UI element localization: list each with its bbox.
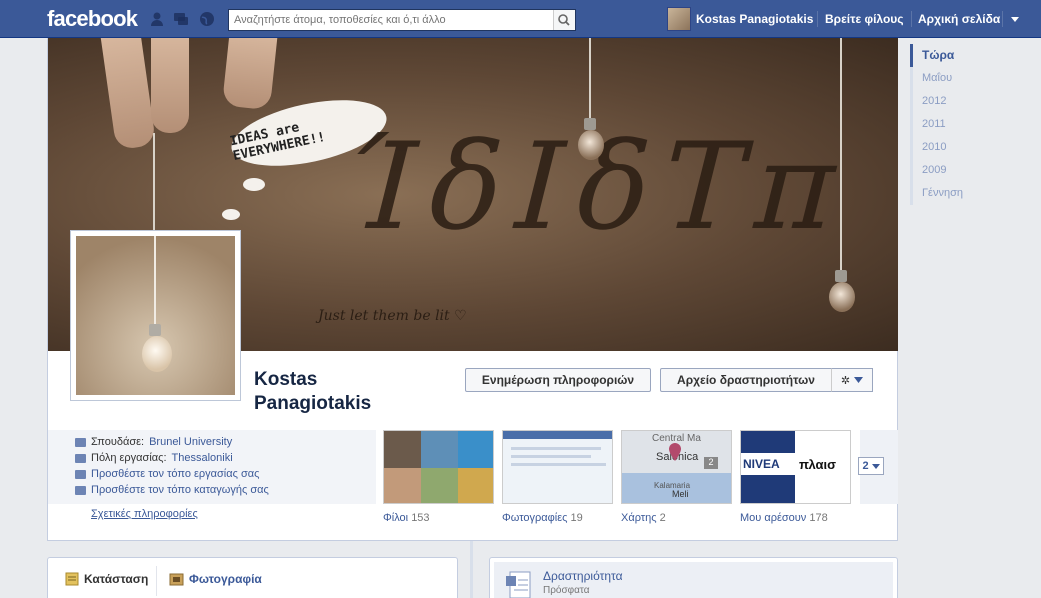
timeline-month[interactable]: Μαΐου bbox=[913, 67, 1010, 90]
activity-subtitle: Πρόσφατα bbox=[543, 585, 590, 596]
about-link[interactable]: Σχετικές πληροφορίες bbox=[91, 508, 198, 520]
info-studied: Σπουδάσε: Brunel University bbox=[75, 436, 232, 448]
status-pencil-icon bbox=[65, 572, 79, 586]
cover-finger bbox=[151, 38, 189, 133]
bulb-wire bbox=[840, 38, 842, 270]
nav-home[interactable]: Αρχική σελίδα bbox=[918, 0, 1000, 38]
user-avatar[interactable] bbox=[667, 7, 691, 31]
add-work-link[interactable]: Προσθέστε τον τόπο εργασίας σας bbox=[91, 468, 259, 480]
notifications-globe-icon[interactable] bbox=[198, 10, 216, 28]
timeline-main: IDEAS are EVERYWHERE!! ΊδΙδΤπ Just let t… bbox=[47, 38, 898, 541]
bulb-socket bbox=[835, 270, 847, 282]
timeline-year-2012[interactable]: 2012 bbox=[913, 90, 1010, 113]
status-tab[interactable]: Κατάσταση bbox=[65, 572, 148, 586]
friend-requests-icon[interactable] bbox=[148, 10, 166, 28]
likes-label[interactable]: Μου αρέσουν 178 bbox=[740, 512, 828, 524]
friends-label[interactable]: Φίλοι 153 bbox=[383, 512, 430, 524]
light-bulb-icon bbox=[829, 282, 855, 312]
bubble-dot bbox=[222, 209, 240, 220]
light-bulb-icon bbox=[578, 130, 604, 160]
activity-header[interactable]: Δραστηριότητα Πρόσφατα bbox=[494, 562, 893, 598]
house-icon bbox=[75, 485, 86, 495]
search-icon bbox=[558, 14, 570, 26]
messages-icon[interactable] bbox=[172, 10, 190, 28]
update-info-button[interactable]: Ενημέρωση πληροφοριών bbox=[465, 368, 651, 392]
top-bar: facebook Kostas Panagiotakis Βρείτε φίλο… bbox=[0, 0, 1041, 38]
timeline-born[interactable]: Γέννηση bbox=[913, 182, 1010, 205]
bulb-socket bbox=[584, 118, 596, 130]
search-input[interactable] bbox=[229, 10, 549, 30]
activity-title: Δραστηριότητα bbox=[543, 569, 623, 583]
map-label[interactable]: Χάρτης 2 bbox=[621, 512, 666, 524]
map-pin-icon bbox=[669, 443, 681, 461]
studied-link[interactable]: Brunel University bbox=[149, 436, 232, 448]
bulb-wire bbox=[589, 38, 591, 118]
timeline-year-nav: Τώρα Μαΐου 2012 2011 2010 2009 Γέννηση bbox=[910, 44, 1010, 205]
status-composer: Κατάσταση Φωτογραφία bbox=[47, 557, 458, 598]
timeline-year-2009[interactable]: 2009 bbox=[913, 159, 1010, 182]
chevron-down-icon bbox=[854, 377, 864, 383]
nav-find-friends[interactable]: Βρείτε φίλους bbox=[825, 0, 904, 38]
nav-divider bbox=[817, 11, 818, 27]
cover-finger bbox=[221, 38, 279, 111]
nav-divider bbox=[911, 11, 912, 27]
photo-tab[interactable]: Φωτογραφία bbox=[169, 572, 262, 586]
activity-log-button[interactable]: Αρχείο δραστηριοτήτων bbox=[660, 368, 832, 392]
composer-divider bbox=[156, 566, 157, 596]
city-link[interactable]: Thessaloniki bbox=[172, 452, 233, 464]
work-city-icon bbox=[75, 453, 86, 463]
nav-divider bbox=[1002, 11, 1003, 27]
add-home-link[interactable]: Προσθέστε τον τόπο καταγωγής σας bbox=[91, 484, 269, 496]
likes-thumbnail[interactable]: NIVEA πλαισ bbox=[740, 430, 851, 504]
briefcase-icon bbox=[75, 469, 86, 479]
photos-label[interactable]: Φωτογραφίες 19 bbox=[502, 512, 583, 524]
profile-name[interactable]: Kostas Panagiotakis bbox=[254, 368, 371, 416]
friends-thumbnail[interactable] bbox=[383, 430, 494, 504]
photos-thumbnail[interactable] bbox=[502, 430, 613, 504]
cover-caption: Just let them be lit ♡ bbox=[318, 308, 467, 324]
activity-document-icon bbox=[506, 571, 531, 598]
info-city: Πόλη εργασίας: Thessaloniki bbox=[75, 452, 233, 464]
bulb-socket bbox=[149, 324, 161, 336]
map-thumbnail[interactable]: Central Ma Salonica Kalamaria Meli 2 bbox=[621, 430, 732, 504]
timeline-year-2010[interactable]: 2010 bbox=[913, 136, 1010, 159]
gear-icon: ✲ bbox=[840, 374, 851, 387]
light-bulb-icon bbox=[142, 336, 172, 372]
bubble-dot bbox=[243, 178, 265, 191]
facebook-logo[interactable]: facebook bbox=[47, 6, 138, 32]
bulb-wire bbox=[154, 236, 156, 324]
timeline-spine bbox=[470, 541, 473, 598]
profile-picture[interactable] bbox=[70, 230, 241, 401]
info-add-home: Προσθέστε τον τόπο καταγωγής σας bbox=[75, 484, 269, 496]
info-add-work: Προσθέστε τον τόπο εργασίας σας bbox=[75, 468, 259, 480]
nav-user-name[interactable]: Kostas Panagiotakis bbox=[696, 0, 813, 38]
more-sections-button[interactable]: 2 bbox=[858, 457, 884, 475]
activity-box: Δραστηριότητα Πρόσφατα bbox=[489, 557, 898, 598]
photo-camera-icon bbox=[169, 573, 184, 586]
timeline-year-2011[interactable]: 2011 bbox=[913, 113, 1010, 136]
search-box bbox=[228, 9, 576, 31]
account-menu-chevron-icon[interactable] bbox=[1010, 15, 1020, 23]
chevron-down-icon bbox=[871, 463, 880, 469]
timeline-now[interactable]: Τώρα bbox=[910, 44, 1010, 67]
search-button[interactable] bbox=[553, 10, 575, 30]
education-icon bbox=[75, 437, 86, 447]
cover-finger bbox=[99, 38, 157, 151]
settings-menu-button[interactable]: ✲ bbox=[831, 368, 873, 392]
